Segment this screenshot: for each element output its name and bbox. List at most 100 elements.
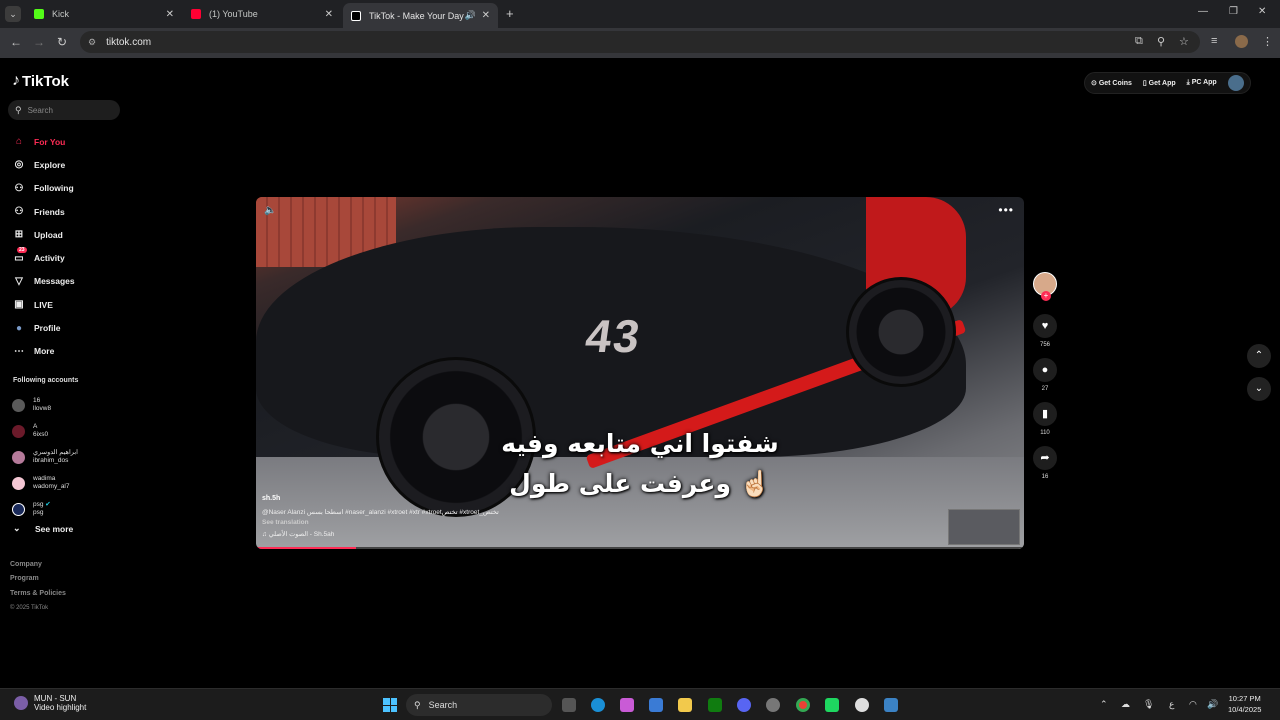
address-bar[interactable]: ⚙ tiktok.com	[80, 31, 1200, 53]
friends-icon: ⚇	[14, 206, 24, 218]
site-info-icon[interactable]: ⚙	[88, 37, 96, 48]
kick-favicon-icon	[34, 9, 44, 19]
minimize-button[interactable]: —	[1198, 6, 1208, 17]
audio-playing-icon[interactable]: 🔊	[465, 10, 476, 21]
task-view-icon[interactable]	[562, 698, 576, 712]
car-number: 43	[582, 310, 645, 362]
forward-icon[interactable]: →	[33, 35, 45, 49]
heart-icon[interactable]: ♥	[1033, 314, 1057, 338]
security-icon[interactable]	[884, 698, 898, 712]
widget-icon	[14, 696, 28, 710]
start-button[interactable]	[383, 698, 397, 712]
sidebar-item-for-you[interactable]: ⌂ For You	[12, 130, 75, 153]
xbox-icon[interactable]	[708, 698, 722, 712]
footer-link-company[interactable]: Company	[10, 558, 66, 572]
get-coins-button[interactable]: ⊙ Get Coins	[1091, 79, 1132, 87]
video-sound[interactable]: ♫ الصوت الأصلي - Sh.5ah	[262, 530, 334, 538]
search-input[interactable]: ⚲ Search	[8, 100, 120, 120]
chrome-icon[interactable]	[796, 698, 810, 712]
new-tab-button[interactable]: +	[506, 6, 514, 21]
following-account[interactable]: A 6ixs0	[12, 418, 78, 444]
sidebar-item-live[interactable]: ▣ LIVE	[12, 293, 75, 316]
maximize-button[interactable]: ❐	[1229, 6, 1238, 17]
zoom-icon[interactable]: ⚲	[1157, 35, 1165, 48]
save-action[interactable]: ▮ 110	[1032, 402, 1058, 436]
app-icon[interactable]	[766, 698, 780, 712]
chevron-up-icon[interactable]: ⌃	[1100, 699, 1108, 710]
reload-icon[interactable]: ↻	[57, 35, 67, 49]
comment-icon[interactable]: ●	[1033, 358, 1057, 382]
following-accounts-list: 16 llovw8 A 6ixs0 ابراهيم الدوسري ibrahim_d…	[12, 392, 78, 522]
footer-link-terms[interactable]: Terms & Policies	[10, 587, 66, 601]
search-icon: ⚲	[15, 104, 22, 115]
sidebar-item-more[interactable]: ⋯ More	[12, 340, 75, 363]
tiktok-logo[interactable]: ♪ TikTok	[12, 72, 69, 90]
sidebar-item-explore[interactable]: ◎ Explore	[12, 153, 75, 176]
chevron-down-icon: ⌄	[13, 523, 21, 533]
comment-action[interactable]: ● 27	[1032, 358, 1058, 392]
get-app-button[interactable]: ▯ Get App	[1143, 79, 1176, 87]
store-icon[interactable]	[649, 698, 663, 712]
widgets-button[interactable]: MUN - SUN Video highlight	[14, 694, 86, 712]
previous-video-button[interactable]: ⌃	[1247, 344, 1271, 368]
media-controls-icon[interactable]: ≡	[1211, 35, 1217, 47]
creator-avatar[interactable]: +	[1033, 272, 1057, 301]
profile-avatar[interactable]	[1235, 35, 1248, 48]
video-progress-bar[interactable]	[256, 547, 1024, 549]
tab-kick[interactable]: Kick ✕	[26, 3, 182, 25]
back-icon[interactable]: ←	[10, 35, 22, 49]
browser-tab-strip: ⌄ Kick ✕ (1) YouTube ✕ TikTok - Make You…	[0, 0, 1280, 28]
close-window-button[interactable]: ✕	[1258, 6, 1266, 17]
sidebar-item-following[interactable]: ⚇ Following	[12, 177, 75, 200]
home-icon: ⌂	[15, 136, 23, 148]
tab-search-button[interactable]: ⌄	[5, 6, 21, 22]
close-tab-icon[interactable]: ✕	[325, 9, 333, 20]
clock[interactable]: 10:27 PM 10/4/2025	[1228, 693, 1261, 715]
like-action[interactable]: ♥ 756	[1032, 314, 1058, 348]
cast-icon[interactable]: ⧉	[1135, 35, 1143, 48]
video-player[interactable]: 43 شفتوا اني متابعه وفيه وعرفت على طول ☝…	[256, 197, 1024, 549]
next-video-button[interactable]: ⌄	[1247, 377, 1271, 401]
following-account[interactable]: psg ✔ psg	[12, 496, 78, 522]
bookmark-star-icon[interactable]: ☆	[1179, 35, 1189, 48]
taskbar-search[interactable]: ⚲ Search	[406, 694, 552, 716]
file-explorer-icon[interactable]	[678, 698, 692, 712]
see-more-button[interactable]: ⌄ See more	[13, 523, 73, 534]
menu-icon[interactable]: ⋮	[1262, 35, 1273, 48]
footer-link-program[interactable]: Program	[10, 572, 66, 586]
pc-app-button[interactable]: ⤓ PC App	[1187, 79, 1217, 87]
sidebar-item-messages[interactable]: ▽ Messages	[12, 270, 75, 293]
onedrive-icon[interactable]: ☁	[1121, 699, 1130, 710]
settings-icon[interactable]	[855, 698, 869, 712]
sidebar-item-profile[interactable]: ● Profile	[12, 316, 75, 339]
sidebar-item-upload[interactable]: ⊞ Upload	[12, 223, 75, 246]
wifi-icon[interactable]: ◠	[1189, 699, 1197, 710]
bookmark-icon[interactable]: ▮	[1033, 402, 1057, 426]
microphone-icon[interactable]: 🎙	[1143, 699, 1154, 710]
see-translation-link[interactable]: See translation	[262, 519, 309, 526]
user-avatar[interactable]	[1227, 75, 1244, 91]
close-tab-icon[interactable]: ✕	[482, 10, 490, 21]
avatar	[12, 398, 25, 412]
discord-icon[interactable]	[737, 698, 751, 712]
volume-icon[interactable]: 🔈	[264, 205, 276, 216]
volume-tray-icon[interactable]: 🔊	[1207, 699, 1218, 710]
share-action[interactable]: ➦ 16	[1032, 446, 1058, 480]
more-options-icon[interactable]: •••	[998, 203, 1014, 217]
copilot-icon[interactable]	[620, 698, 634, 712]
sidebar-item-activity[interactable]: ▭ 23 Activity	[12, 246, 75, 269]
video-author[interactable]: sh.5h	[262, 495, 280, 502]
close-tab-icon[interactable]: ✕	[166, 9, 174, 20]
sidebar-footer: Company Program Terms & Policies © 2025 …	[10, 558, 66, 615]
follow-plus-icon[interactable]: +	[1041, 291, 1051, 301]
tab-youtube[interactable]: (1) YouTube ✕	[183, 3, 341, 25]
app-green-icon[interactable]	[825, 698, 839, 712]
share-icon[interactable]: ➦	[1033, 446, 1057, 470]
following-account[interactable]: 16 llovw8	[12, 392, 78, 418]
edge-icon[interactable]	[591, 698, 605, 712]
sidebar-item-friends[interactable]: ⚇ Friends	[12, 200, 75, 223]
following-account[interactable]: ابراهيم الدوسري ibrahim_dos	[12, 444, 78, 470]
language-indicator[interactable]: ع	[1169, 699, 1174, 710]
following-account[interactable]: wadima wadomy_al7	[12, 470, 78, 496]
tab-tiktok[interactable]: TikTok - Make Your Day 🔊 ✕	[343, 3, 498, 28]
